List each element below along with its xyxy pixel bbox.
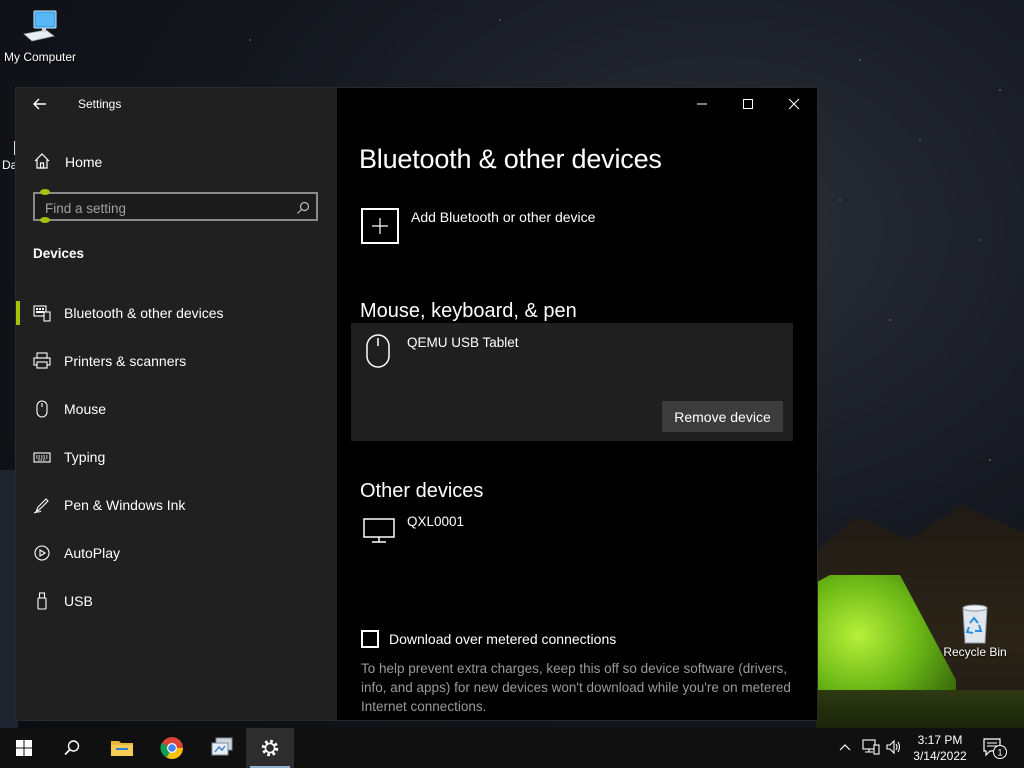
add-device-label: Add Bluetooth or other device (411, 209, 596, 225)
network-icon[interactable] (862, 739, 880, 759)
metered-connections-option[interactable]: Download over metered connections (361, 630, 781, 652)
folder-icon (111, 741, 133, 756)
search-icon[interactable] (296, 200, 310, 219)
sidebar-item-printers[interactable]: Printers & scanners (16, 349, 337, 373)
minimize-button[interactable] (679, 88, 725, 120)
chevron-up-icon[interactable] (838, 740, 852, 759)
device-name: QEMU USB Tablet (407, 335, 519, 350)
search-box[interactable] (33, 192, 318, 221)
taskbar-search-button[interactable] (48, 728, 96, 768)
chrome-icon (160, 737, 183, 759)
autoplay-icon (33, 544, 51, 562)
metered-checkbox-label: Download over metered connections (389, 631, 617, 647)
desktop-icon-label: Recycle Bin (943, 645, 1007, 659)
monitor-icon (363, 518, 395, 548)
taskbar-settings[interactable] (246, 728, 294, 768)
taskbar-clock[interactable]: 3:17 PM 3/14/2022 (906, 732, 974, 764)
back-button[interactable] (28, 94, 54, 114)
sidebar-titlebar: Settings (16, 88, 337, 120)
window-title: Settings (78, 97, 122, 111)
sidebar-section-title: Devices (33, 246, 85, 261)
add-icon (361, 208, 399, 244)
section-heading-other-devices: Other devices (360, 480, 484, 502)
sidebar-item-usb[interactable]: USB (16, 589, 337, 613)
sidebar-item-typing[interactable]: Typing (16, 445, 337, 469)
remote-desktop-icon (211, 737, 233, 756)
sidebar-item-label: AutoPlay (64, 545, 121, 561)
gear-icon (261, 739, 279, 757)
sidebar-item-label: Printers & scanners (64, 353, 187, 369)
mouse-icon (33, 400, 51, 418)
desktop-icon-my-computer[interactable]: My Computer (0, 8, 80, 64)
maximize-button[interactable] (725, 88, 771, 120)
window-controls (679, 88, 817, 120)
sidebar-item-bluetooth[interactable]: Bluetooth & other devices (16, 301, 337, 325)
text-cursor-top (40, 189, 50, 195)
add-device-button[interactable]: Add Bluetooth or other device (361, 208, 661, 248)
search-input[interactable] (43, 198, 287, 218)
remove-device-button[interactable]: Remove device (662, 401, 783, 432)
mouse-icon (365, 334, 391, 372)
settings-sidebar: Settings Home Devices (16, 88, 337, 720)
bluetooth-devices-icon (33, 304, 51, 322)
volume-icon[interactable] (885, 739, 903, 759)
minimize-icon (697, 103, 707, 105)
taskbar: 3:17 PM 3/14/2022 1 (0, 728, 1024, 768)
keyboard-icon (33, 448, 51, 466)
windows-logo-icon (16, 740, 32, 756)
page-title: Bluetooth & other devices (359, 144, 662, 174)
device-card-qemu[interactable]: QEMU USB Tablet Remove device (351, 323, 793, 441)
metered-help-text: To help prevent extra charges, keep this… (361, 661, 791, 714)
sidebar-item-autoplay[interactable]: AutoPlay (16, 541, 337, 565)
search-icon (64, 740, 80, 756)
sidebar-item-label: Pen & Windows Ink (64, 497, 186, 513)
sidebar-item-pen[interactable]: Pen & Windows Ink (16, 493, 337, 517)
metered-checkbox[interactable] (361, 630, 379, 648)
printer-icon (33, 352, 51, 370)
taskbar-file-explorer[interactable] (98, 728, 146, 768)
back-arrow-icon (33, 98, 46, 110)
pen-icon (33, 496, 51, 514)
notification-icon: 1 (983, 738, 1007, 759)
settings-content: Bluetooth & other devices Add Bluetooth … (337, 88, 817, 720)
sidebar-item-mouse[interactable]: Mouse (16, 397, 337, 421)
device-name: QXL0001 (407, 514, 465, 529)
section-heading-mouse-keyboard: Mouse, keyboard, & pen (360, 300, 577, 322)
active-indicator (16, 301, 20, 325)
sidebar-item-label: Typing (64, 449, 106, 465)
notification-count: 1 (997, 748, 1002, 758)
sidebar-item-label: Home (65, 154, 103, 170)
close-button[interactable] (771, 88, 817, 120)
sidebar-item-home[interactable]: Home (16, 150, 337, 174)
landscape-ground (816, 690, 1024, 730)
notification-center-button[interactable]: 1 (983, 738, 1009, 764)
computer-icon (20, 8, 60, 48)
clock-date: 3/14/2022 (913, 749, 967, 763)
maximize-icon (743, 99, 753, 109)
sidebar-item-label: Bluetooth & other devices (64, 305, 224, 321)
clock-time: 3:17 PM (917, 733, 963, 747)
recycle-bin-icon (955, 603, 995, 644)
close-icon (788, 98, 800, 110)
text-cursor-bottom (40, 217, 50, 223)
home-icon (33, 152, 51, 174)
start-button[interactable] (0, 728, 48, 768)
taskbar-remote-desktop[interactable] (198, 728, 246, 768)
device-item-qxl[interactable]: QXL0001 (361, 514, 661, 548)
desktop-icon-label: My Computer (3, 50, 77, 64)
sidebar-item-label: Mouse (64, 401, 107, 417)
taskbar-chrome[interactable] (148, 728, 196, 768)
sidebar-item-label: USB (64, 593, 93, 609)
desktop-icon-recycle-bin[interactable]: Recycle Bin (935, 603, 1015, 659)
usb-icon (33, 592, 51, 610)
settings-window: Settings Home Devices (16, 88, 817, 720)
